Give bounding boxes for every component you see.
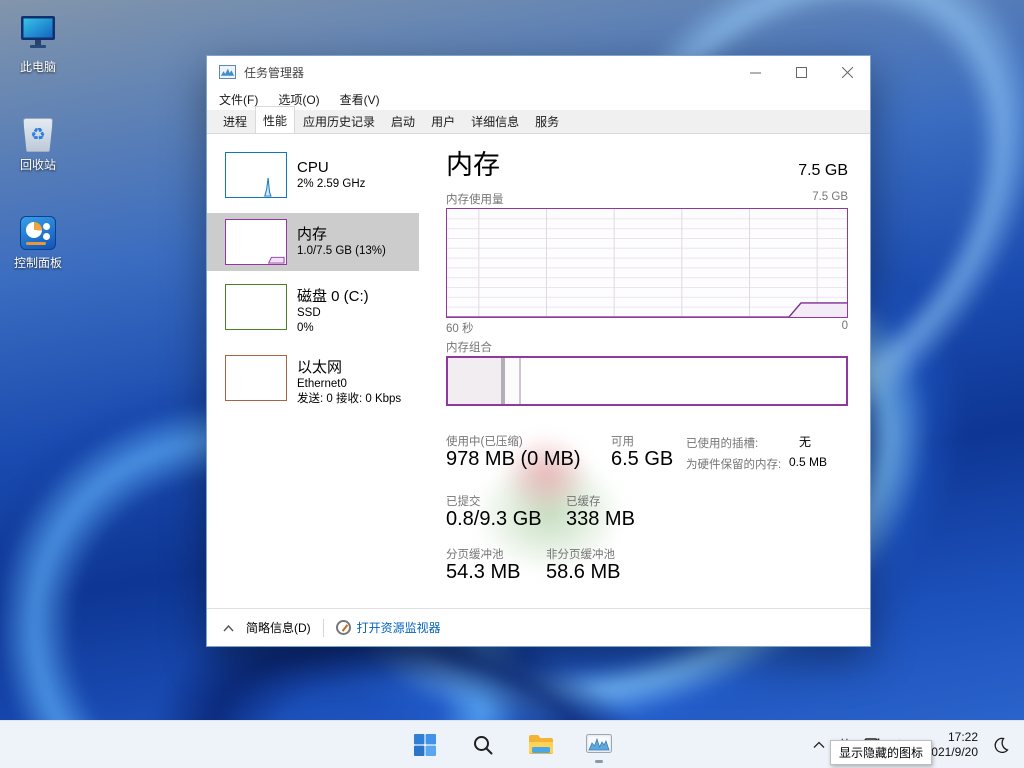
this-pc-icon [0,10,76,54]
composition-segment-free [520,358,846,404]
paged-pool-label: 分页缓冲池 [446,549,504,561]
available-value: 6.5 GB [611,448,674,470]
desktop-icon-this-pc[interactable]: 此电脑 [0,10,76,75]
focus-assist-moon-icon[interactable] [986,737,1016,753]
tab-processes[interactable]: 进程 [215,108,255,134]
paged-pool-value: 54.3 MB [446,561,521,583]
in-use-value: 978 MB (0 MB) [446,448,581,470]
reserved-value: 0.5 MB [789,455,828,469]
disk-mini-graph-icon [225,284,287,330]
tab-strip: 进程 性能 应用历史记录 启动 用户 详细信息 服务 [207,106,870,134]
tab-services[interactable]: 服务 [527,108,567,134]
sidebar-item-ethernet[interactable]: 以太网 Ethernet0 发送: 0 接收: 0 Kbps [207,351,419,413]
performance-pane: CPU 2% 2.59 GHz 内存 1.0/7.5 GB (13%) 磁盘 0… [207,134,870,608]
desktop-icon-label: 此电脑 [19,60,56,74]
reserved-label: 为硬件保留的内存: [686,459,782,471]
desktop-icon-label: 控制面板 [13,256,62,270]
clock[interactable]: 17:22 2021/9/20 [925,730,978,760]
task-manager-taskbar-button[interactable] [580,725,618,765]
axis-left-label: 60 秒 [446,323,474,335]
desktop-icon-control-panel[interactable]: 控制面板 [0,206,76,271]
sidebar-item-cpu[interactable]: CPU 2% 2.59 GHz [207,146,419,204]
menu-view[interactable]: 查看(V) [340,91,380,108]
close-button[interactable] [824,56,870,88]
ethernet-mini-graph-icon [225,355,287,401]
sidebar-ethernet-adapter: Ethernet0 [297,377,347,390]
nonpaged-pool-label: 非分页缓冲池 [546,549,615,561]
search-button[interactable] [464,725,502,765]
tab-users[interactable]: 用户 [423,108,463,134]
memory-capacity: 7.5 GB [798,162,848,179]
sidebar-memory-stats: 1.0/7.5 GB (13%) [297,245,386,257]
memory-mini-graph-icon [225,219,287,265]
menu-bar: 文件(F) 选项(O) 查看(V) [207,88,870,110]
performance-sidebar: CPU 2% 2.59 GHz 内存 1.0/7.5 GB (13%) 磁盘 0… [207,134,419,608]
menu-file[interactable]: 文件(F) [219,91,258,108]
resource-monitor-icon [335,620,351,635]
maximize-button[interactable] [778,56,824,88]
slots-label: 已使用的插槽: [686,438,759,450]
task-manager-window: 任务管理器 文件(F) 选项(O) 查看(V) 进程 性能 应用历史记录 启动 … [206,55,871,647]
control-panel-icon [0,206,76,250]
file-explorer-button[interactable] [522,725,560,765]
nonpaged-pool-value: 58.6 MB [546,561,621,583]
usage-graph-max: 7.5 GB [812,191,848,203]
memory-composition-bar [446,356,848,406]
sidebar-disk-usage: 0% [297,321,314,334]
collapse-chevron-icon[interactable] [223,621,234,635]
tab-details[interactable]: 详细信息 [463,108,527,134]
memory-detail-panel: 内存 7.5 GB 内存使用量 7.5 GB 60 秒 0 内存组合 使用中(已… [446,134,848,608]
cached-value: 338 MB [566,508,635,530]
sidebar-ethernet-throughput: 发送: 0 接收: 0 Kbps [297,392,402,405]
slots-value: 无 [799,435,812,449]
cpu-mini-graph-icon [225,152,287,198]
committed-label: 已提交 [446,496,481,508]
tab-startup[interactable]: 启动 [383,108,423,134]
sidebar-item-disk0[interactable]: 磁盘 0 (C:) SSD 0% [207,280,419,342]
show-hidden-icons-chevron[interactable] [807,737,831,752]
memory-title: 内存 [446,150,500,180]
tab-performance[interactable]: 性能 [255,106,296,133]
axis-right-label: 0 [841,320,848,332]
sidebar-ethernet-title: 以太网 [297,358,343,376]
running-app-indicator [595,759,603,763]
sidebar-item-memory[interactable]: 内存 1.0/7.5 GB (13%) [207,213,419,271]
composition-segment-in-use [448,358,501,404]
usage-graph-label: 内存使用量 [446,194,504,206]
clock-date: 2021/9/20 [924,744,978,759]
desktop-icon-recycle-bin[interactable]: ♻ 回收站 [0,108,76,173]
menu-options[interactable]: 选项(O) [278,91,319,108]
sidebar-cpu-title: CPU [297,159,329,176]
committed-value: 0.8/9.3 GB [446,508,542,530]
tab-app-history[interactable]: 应用历史记录 [295,108,383,134]
statusbar-divider [322,618,324,637]
start-button[interactable] [406,725,444,765]
sidebar-cpu-stats: 2% 2.59 GHz [297,178,366,190]
available-label: 可用 [611,436,634,448]
sidebar-memory-title: 内存 [297,226,328,243]
minimize-button[interactable] [732,56,778,88]
sidebar-disk-title: 磁盘 0 (C:) [297,287,369,305]
window-title: 任务管理器 [244,65,305,80]
sidebar-disk-type: SSD [297,306,321,319]
show-hidden-icons-tooltip: 显示隐藏的图标 [830,740,933,765]
title-bar[interactable]: 任务管理器 [207,56,870,88]
memory-usage-graph [446,208,848,318]
task-manager-app-icon [219,65,236,79]
recycle-bin-icon: ♻ [0,108,76,152]
desktop-icon-label: 回收站 [19,158,56,172]
cached-label: 已缓存 [566,496,601,508]
in-use-label: 使用中(已压缩) [446,436,523,448]
composition-segment-standby [505,358,519,404]
status-bar: 简略信息(D) 打开资源监视器 [207,608,870,646]
composition-label: 内存组合 [446,342,492,354]
clock-time: 17:22 [947,729,978,744]
open-resource-monitor-link[interactable]: 打开资源监视器 [357,619,441,636]
fewer-details-toggle[interactable]: 简略信息(D) [246,619,311,636]
